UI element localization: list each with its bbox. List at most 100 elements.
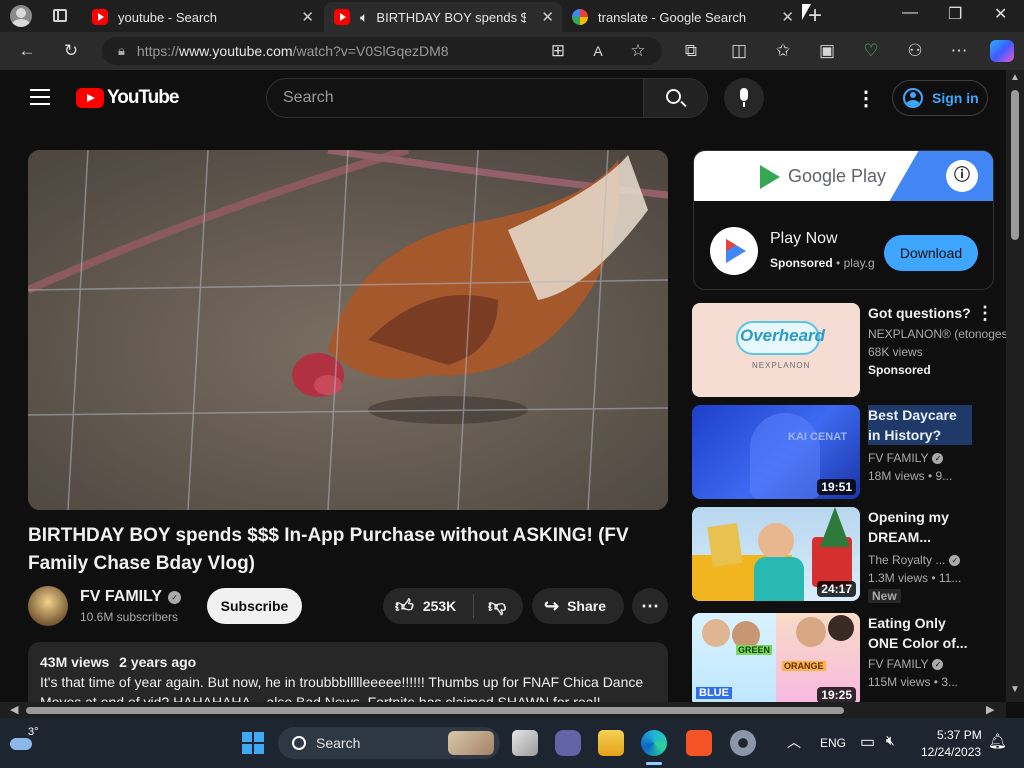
more-actions-button[interactable]: ⋯ bbox=[632, 588, 668, 624]
recommendation-thumbnail[interactable]: 24:17 bbox=[692, 507, 860, 601]
address-bar[interactable]: 🔒︎ https://www.youtube.com/watch?v=V0SlG… bbox=[102, 37, 662, 65]
share-workspace-icon[interactable]: ⚇ bbox=[904, 40, 926, 62]
tab-title: translate - Google Search bbox=[598, 9, 747, 25]
browser-tab-bar: youtube - Search ✕ 🔈︎ BIRTHDAY BOY spend… bbox=[0, 0, 1024, 32]
recommendation-title[interactable]: Eating Only ONE Color of... bbox=[868, 613, 972, 653]
channel-name[interactable]: FV FAMILY bbox=[80, 588, 162, 606]
search-button[interactable] bbox=[643, 79, 707, 117]
channel-avatar[interactable] bbox=[28, 586, 68, 626]
clock-date[interactable]: 12/24/2023 bbox=[921, 745, 981, 759]
horizontal-scroll-thumb[interactable] bbox=[26, 707, 844, 714]
like-button[interactable]: 👍︎ 253K bbox=[383, 588, 473, 624]
scroll-left-icon[interactable]: ◀ bbox=[10, 703, 18, 716]
more-options-icon[interactable]: ⋯ bbox=[948, 40, 970, 62]
ad-info-icon[interactable]: ⓘ bbox=[946, 160, 978, 192]
microsoft-store-icon[interactable] bbox=[686, 730, 712, 756]
verified-icon: ✓ bbox=[168, 590, 182, 604]
notification-bell-icon[interactable]: 🔔︎ bbox=[988, 732, 1007, 750]
subscribe-button[interactable]: Subscribe bbox=[207, 588, 302, 624]
tab-translate[interactable]: translate - Google Search ✕ bbox=[562, 2, 802, 32]
vertical-scrollbar[interactable]: ▲ ▼ bbox=[1006, 70, 1024, 702]
task-view-icon[interactable] bbox=[512, 730, 538, 756]
vertical-scroll-thumb[interactable] bbox=[1011, 90, 1019, 240]
display-icon[interactable]: ▭ bbox=[860, 732, 875, 752]
recommendation-title[interactable]: Opening my DREAM... bbox=[868, 507, 972, 547]
recommendation-title[interactable]: Got questions? bbox=[868, 303, 978, 323]
close-tab-icon[interactable]: ✕ bbox=[541, 8, 554, 26]
copilot-icon[interactable] bbox=[990, 40, 1014, 62]
recommendation-channel[interactable]: The Royalty ... ✓ bbox=[868, 553, 961, 567]
close-window-icon[interactable]: ✕ bbox=[994, 4, 1007, 24]
minimize-icon[interactable]: — bbox=[902, 4, 918, 22]
tab-youtube-search[interactable]: youtube - Search ✕ bbox=[82, 2, 322, 32]
dislike-button[interactable]: 👎︎ bbox=[474, 588, 506, 624]
show-hidden-icons-icon[interactable]: ︿ bbox=[787, 732, 801, 752]
extensions-icon[interactable]: ⧉ bbox=[680, 40, 702, 62]
weather-widget[interactable]: 3° bbox=[8, 726, 48, 760]
speaker-icon[interactable]: 🔈︎ bbox=[360, 9, 368, 26]
search-input[interactable]: Search bbox=[283, 89, 334, 107]
edge-browser-icon[interactable] bbox=[641, 730, 667, 756]
scroll-up-icon[interactable]: ▲ bbox=[1010, 72, 1020, 83]
recommendation-thumbnail[interactable]: GREEN ORANGE BLUE 19:25 bbox=[692, 613, 860, 702]
thumbs-up-icon: 👍︎ bbox=[395, 596, 414, 616]
description-box[interactable]: 43M views 2 years ago It's that time of … bbox=[28, 642, 668, 702]
language-indicator[interactable]: ENG bbox=[820, 736, 846, 750]
restore-icon[interactable]: ❐ bbox=[948, 4, 962, 24]
voice-search-button[interactable] bbox=[724, 78, 764, 118]
scroll-down-icon[interactable]: ▼ bbox=[1010, 684, 1020, 695]
teams-chat-icon[interactable] bbox=[555, 730, 581, 756]
start-button[interactable] bbox=[242, 732, 264, 754]
video-duration: 19:25 bbox=[817, 687, 856, 702]
recommendation-thumbnail[interactable]: Overheard NEXPLANON bbox=[692, 303, 860, 397]
recommendation-item[interactable]: KAI CENAT 19:51 Best Daycare in History?… bbox=[692, 405, 1002, 499]
collections-icon[interactable]: ▣ bbox=[816, 40, 838, 62]
recommendation-more-icon[interactable]: ⋮ bbox=[976, 303, 994, 324]
search-box[interactable]: Search bbox=[266, 78, 708, 118]
file-explorer-icon[interactable] bbox=[598, 730, 624, 756]
hamburger-menu-icon[interactable] bbox=[30, 89, 50, 105]
taskbar-search[interactable]: Search bbox=[278, 727, 500, 759]
sign-in-label: Sign in bbox=[932, 90, 979, 106]
volume-muted-icon[interactable]: 🔇︎ bbox=[886, 732, 895, 749]
profile-avatar-icon[interactable] bbox=[10, 5, 32, 27]
recommendation-title[interactable]: Best Daycare in History? Kai... bbox=[868, 405, 972, 445]
favorite-star-icon[interactable]: ☆ bbox=[627, 40, 649, 62]
favorites-icon[interactable]: ✩ bbox=[772, 40, 794, 62]
app-available-icon[interactable]: ⊞ bbox=[547, 40, 569, 62]
recommendation-channel[interactable]: FV FAMILY ✓ bbox=[868, 657, 944, 671]
split-screen-icon[interactable]: ◫ bbox=[728, 40, 750, 62]
recommendation-channel[interactable]: NEXPLANON® (etonoges bbox=[868, 327, 1006, 341]
recommendation-meta: 68K views bbox=[868, 345, 923, 359]
share-button[interactable]: ↪ Share bbox=[532, 588, 624, 624]
ad-banner: Google Play ⓘ bbox=[694, 151, 993, 201]
windows-taskbar: 3° Search ︿ ENG ▭ 🔇︎ 5:37 PM 12/24/2023 … bbox=[0, 718, 1024, 768]
lock-icon[interactable]: 🔒︎ bbox=[118, 43, 125, 59]
clock-time[interactable]: 5:37 PM bbox=[937, 728, 982, 742]
recommendation-channel[interactable]: FV FAMILY ✓ bbox=[868, 451, 944, 465]
url-path: /watch?v=V0SlGqezDM8 bbox=[292, 43, 449, 59]
recommendation-item[interactable]: GREEN ORANGE BLUE 19:25 Eating Only ONE … bbox=[692, 613, 1002, 702]
video-player[interactable] bbox=[28, 150, 668, 510]
tab-birthday-boy[interactable]: 🔈︎ BIRTHDAY BOY spends $$$ ✕ bbox=[324, 2, 562, 32]
recommendation-item[interactable]: Overheard NEXPLANON Got questions? ⋮ NEX… bbox=[692, 303, 1006, 397]
scroll-right-icon[interactable]: ▶ bbox=[986, 703, 994, 716]
read-aloud-icon[interactable]: A bbox=[587, 40, 609, 62]
sign-in-button[interactable]: Sign in bbox=[892, 80, 988, 116]
back-icon[interactable]: ← bbox=[16, 40, 38, 62]
browser-essentials-icon[interactable]: ♡ bbox=[860, 40, 882, 62]
close-tab-icon[interactable]: ✕ bbox=[781, 8, 794, 26]
close-tab-icon[interactable]: ✕ bbox=[301, 8, 314, 26]
refresh-icon[interactable]: ↻ bbox=[60, 40, 82, 62]
recommendation-thumbnail[interactable]: KAI CENAT 19:51 bbox=[692, 405, 860, 499]
ad-download-button[interactable]: Download bbox=[884, 235, 978, 271]
settings-kebab-icon[interactable]: ⋮ bbox=[856, 86, 876, 111]
recommendation-item[interactable]: 24:17 Opening my DREAM... The Royalty ..… bbox=[692, 507, 1002, 603]
verified-icon: ✓ bbox=[949, 555, 961, 567]
ad-domain: play.g bbox=[843, 256, 875, 270]
horizontal-scrollbar[interactable]: ◀ ▶ bbox=[0, 702, 1006, 718]
youtube-logo[interactable]: YouTube bbox=[76, 86, 179, 110]
ad-card[interactable]: Google Play ⓘ Play Now Sponsored • play.… bbox=[693, 150, 994, 290]
settings-gear-icon[interactable] bbox=[730, 730, 756, 756]
tab-actions-icon[interactable] bbox=[53, 9, 67, 22]
